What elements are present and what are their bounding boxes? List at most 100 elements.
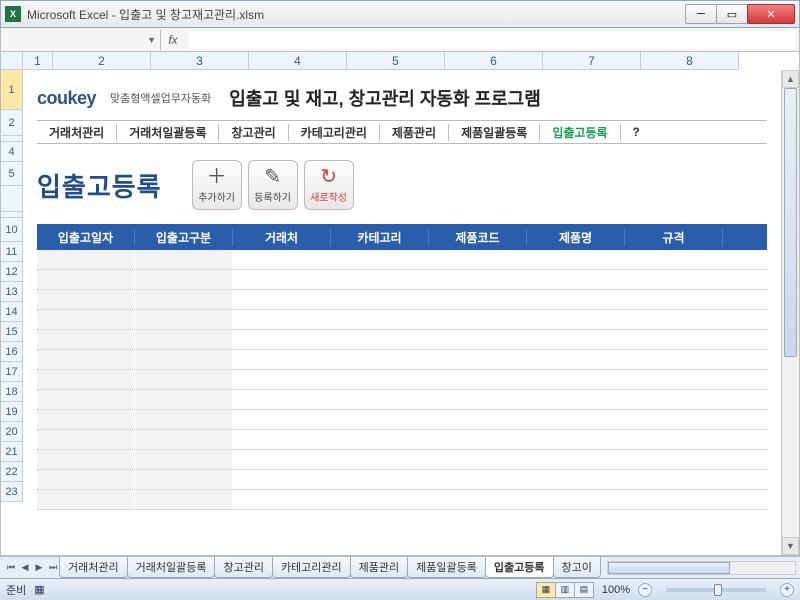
name-box[interactable]: ▼ [1,30,161,50]
table-cell[interactable] [135,410,233,429]
table-cell[interactable] [233,250,331,269]
column-header[interactable]: 6 [445,52,543,70]
table-cell[interactable] [37,290,135,309]
table-cell[interactable] [331,390,429,409]
table-cell[interactable] [135,310,233,329]
column-header[interactable]: 4 [249,52,347,70]
table-row[interactable] [37,370,767,390]
nav-item[interactable]: 거래처일괄등록 [117,124,219,141]
register-button[interactable]: ✎등록하기 [248,160,298,210]
table-cell[interactable] [233,410,331,429]
table-cell[interactable] [429,410,527,429]
table-cell[interactable] [429,350,527,369]
table-cell[interactable] [135,270,233,289]
add-button[interactable]: ＋추가하기 [192,160,242,210]
tab-last-icon[interactable]: ⏭ [46,561,60,575]
normal-view-button[interactable]: ▦ [536,582,556,598]
table-cell[interactable] [331,330,429,349]
column-header[interactable]: 1 [23,52,53,70]
sheet-tab[interactable]: 거래처관리 [59,557,128,578]
table-cell[interactable] [233,290,331,309]
table-cell[interactable] [331,350,429,369]
table-cell[interactable] [527,310,625,329]
new-button[interactable]: ↻새로작성 [304,160,354,210]
page-layout-view-button[interactable]: ▥ [555,582,575,598]
table-cell[interactable] [37,430,135,449]
table-cell[interactable] [625,390,723,409]
sheet-tab[interactable]: 창고관리 [214,557,272,578]
column-header[interactable]: 3 [151,52,249,70]
table-cell[interactable] [331,270,429,289]
table-row[interactable] [37,390,767,410]
table-cell[interactable] [625,270,723,289]
table-cell[interactable] [331,310,429,329]
table-cell[interactable] [429,310,527,329]
table-cell[interactable] [429,470,527,489]
table-cell[interactable] [135,390,233,409]
table-row[interactable] [37,450,767,470]
table-cell[interactable] [37,250,135,269]
sheet-tab[interactable]: 창고이 [553,557,601,578]
table-row[interactable] [37,430,767,450]
table-cell[interactable] [233,470,331,489]
scroll-up-icon[interactable]: ▲ [782,70,799,88]
formula-input[interactable] [189,31,795,49]
table-row[interactable] [37,290,767,310]
row-header[interactable]: 19 [1,402,23,422]
table-row[interactable] [37,410,767,430]
table-cell[interactable] [429,490,527,509]
nav-item[interactable]: 거래처관리 [37,124,117,141]
table-cell[interactable] [527,330,625,349]
table-cell[interactable] [233,350,331,369]
zoom-in-button[interactable]: + [780,583,794,597]
table-cell[interactable] [527,390,625,409]
tab-next-icon[interactable]: ▶ [32,561,46,575]
nav-item[interactable]: ? [621,125,652,139]
row-header[interactable]: 14 [1,302,23,322]
nav-item[interactable]: 입출고등록 [540,124,620,141]
table-cell[interactable] [37,470,135,489]
row-header[interactable]: 11 [1,242,23,262]
table-cell[interactable] [331,490,429,509]
maximize-button[interactable]: ▭ [716,4,748,24]
table-row[interactable] [37,350,767,370]
table-cell[interactable] [527,410,625,429]
sheet-tab[interactable]: 카테고리관리 [272,557,351,578]
vertical-scrollbar[interactable]: ▲ ▼ [781,70,799,555]
row-header[interactable] [1,186,23,212]
column-header[interactable]: 7 [543,52,641,70]
table-cell[interactable] [233,390,331,409]
table-cell[interactable] [625,250,723,269]
row-header[interactable]: 17 [1,362,23,382]
select-all-corner[interactable] [1,52,23,70]
nav-item[interactable]: 카테고리관리 [289,124,380,141]
table-cell[interactable] [625,490,723,509]
table-cell[interactable] [135,290,233,309]
nav-item[interactable]: 제품일괄등록 [449,124,540,141]
table-cell[interactable] [429,450,527,469]
table-cell[interactable] [135,330,233,349]
macro-icon[interactable]: ▦ [34,583,44,596]
table-cell[interactable] [135,370,233,389]
table-cell[interactable] [331,250,429,269]
column-header[interactable]: 8 [641,52,739,70]
tab-first-icon[interactable]: ⏮ [4,561,18,575]
table-cell[interactable] [625,410,723,429]
table-cell[interactable] [527,430,625,449]
table-cell[interactable] [527,250,625,269]
table-cell[interactable] [331,290,429,309]
table-cell[interactable] [331,430,429,449]
table-cell[interactable] [429,290,527,309]
table-cell[interactable] [625,470,723,489]
table-cell[interactable] [135,490,233,509]
row-header[interactable]: 16 [1,342,23,362]
table-cell[interactable] [135,450,233,469]
column-header[interactable]: 2 [53,52,151,70]
table-cell[interactable] [37,370,135,389]
table-cell[interactable] [331,470,429,489]
row-header[interactable]: 4 [1,142,23,162]
table-cell[interactable] [37,450,135,469]
table-cell[interactable] [527,490,625,509]
row-header[interactable]: 2 [1,110,23,136]
table-cell[interactable] [429,270,527,289]
